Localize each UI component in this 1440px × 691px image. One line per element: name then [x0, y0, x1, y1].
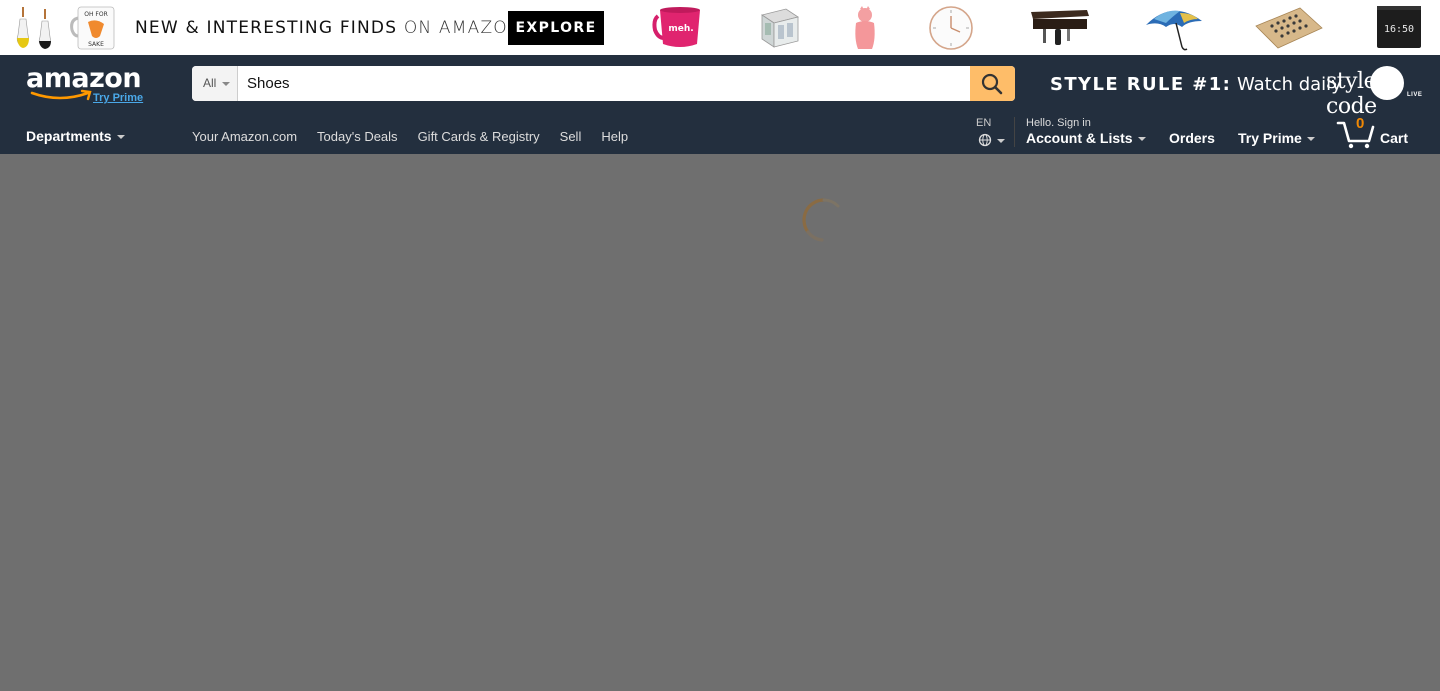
- search-button[interactable]: [970, 66, 1015, 101]
- search-input[interactable]: [238, 66, 971, 101]
- banner-headline-bold: NEW & INTERESTING FINDS: [135, 18, 398, 38]
- chevron-down-icon: [222, 82, 230, 86]
- oil-bottles-product-image: [16, 7, 51, 49]
- search-scope-dropdown[interactable]: All: [192, 66, 238, 101]
- nav-bar: amazon Try Prime All STYLE RULE #1: Watc…: [0, 55, 1440, 154]
- digital-clock-display: 16:50: [1384, 24, 1414, 35]
- key-shelf-product-image: [1031, 10, 1089, 45]
- cart-label: Cart: [1380, 130, 1409, 146]
- chevron-down-icon: [1137, 137, 1146, 142]
- sake-mug-product-image: OH FOR SAKE: [70, 6, 115, 50]
- glass-cube-product-image: [761, 8, 799, 48]
- departments-menu[interactable]: Departments: [26, 128, 125, 144]
- digital-clock-product-image: 16:50: [1377, 6, 1421, 48]
- clock-product-image: [929, 6, 973, 50]
- chevron-down-icon: [1306, 137, 1315, 142]
- nav-link-your-amazon[interactable]: Your Amazon.com: [192, 129, 297, 144]
- search-scope-label: All: [203, 76, 217, 90]
- language-label: EN: [976, 117, 992, 129]
- nav-link-help[interactable]: Help: [601, 129, 628, 144]
- style-rule-promo[interactable]: STYLE RULE #1: Watch daily: [1050, 74, 1342, 95]
- chevron-down-icon: [116, 135, 125, 140]
- search-icon: [981, 73, 1003, 95]
- sake-mug-text-bottom: SAKE: [88, 41, 104, 48]
- departments-label: Departments: [26, 128, 112, 144]
- keyboard-product-image: [1255, 7, 1323, 49]
- globe-icon: [978, 133, 992, 147]
- promo-banner[interactable]: OH FOR SAKE NEW & INTERESTING FINDS ON A…: [0, 0, 1440, 55]
- banner-headline: NEW & INTERESTING FINDS ON AMAZON: [135, 18, 522, 38]
- nav-divider: [1014, 117, 1015, 147]
- explore-button[interactable]: EXPLORE: [508, 11, 604, 45]
- loading-spinner-icon: [802, 198, 840, 242]
- sake-mug-text-top: OH FOR: [84, 11, 107, 18]
- banner-headline-light: ON AMAZON: [403, 18, 522, 38]
- search-bar: All: [192, 66, 1015, 101]
- nav-link-gift-cards[interactable]: Gift Cards & Registry: [418, 129, 540, 144]
- chevron-down-icon: [997, 139, 1005, 143]
- account-label: Account & Lists: [1026, 130, 1133, 146]
- cart-count-badge: 0: [1356, 115, 1365, 132]
- logo-try-prime-link[interactable]: Try Prime: [93, 92, 143, 104]
- account-menu[interactable]: Hello. Sign in Account & Lists: [1026, 117, 1146, 146]
- language-selector[interactable]: EN: [976, 117, 1005, 147]
- style-code-logo[interactable]: style code LIVE: [1326, 65, 1426, 119]
- nav-links: Your Amazon.com Today's Deals Gift Cards…: [192, 129, 628, 144]
- figurine-product-image: [855, 6, 875, 49]
- account-greeting: Hello. Sign in: [1026, 117, 1091, 129]
- umbrella-product-image: [1146, 10, 1202, 51]
- mug-text: meh.: [668, 24, 693, 34]
- style-rule-bold: STYLE RULE #1:: [1050, 74, 1232, 95]
- loading-overlay: [0, 154, 1440, 691]
- nav-link-sell[interactable]: Sell: [560, 129, 582, 144]
- amazon-logo[interactable]: amazon Try Prime: [26, 63, 150, 107]
- pink-mug-product-image: meh.: [652, 7, 700, 47]
- cart-button[interactable]: 0 Cart: [1336, 115, 1416, 149]
- try-prime-menu[interactable]: Try Prime: [1238, 130, 1315, 146]
- style-code-live: LIVE: [1407, 92, 1423, 98]
- orders-link[interactable]: Orders: [1169, 130, 1215, 146]
- nav-link-todays-deals[interactable]: Today's Deals: [317, 129, 398, 144]
- try-prime-label: Try Prime: [1238, 130, 1302, 146]
- smile-arrow-icon: [30, 89, 92, 101]
